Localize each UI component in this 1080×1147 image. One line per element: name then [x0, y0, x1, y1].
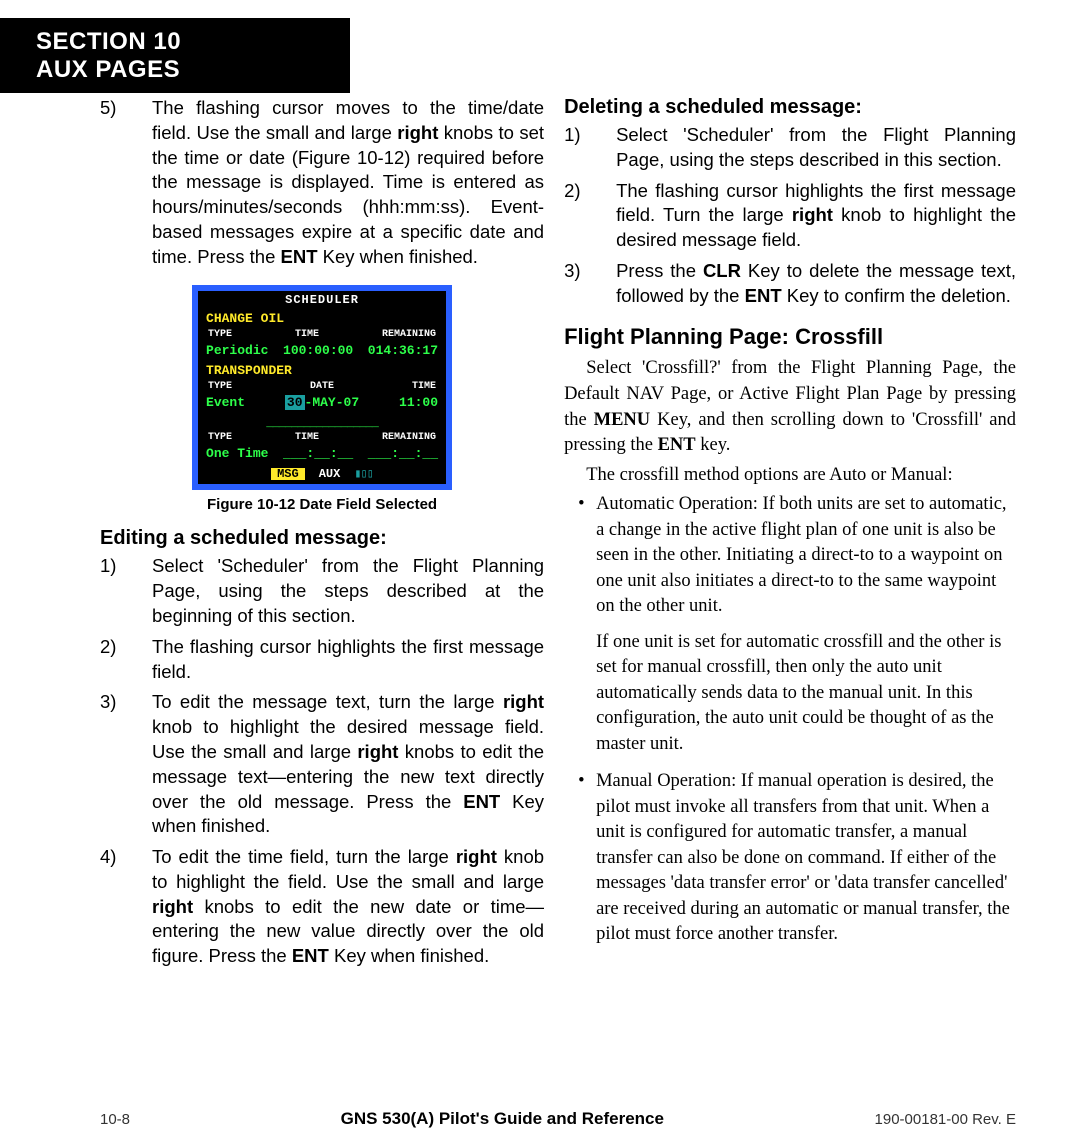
- kw-menu: MENU: [594, 410, 651, 430]
- col-type: TYPE: [208, 330, 232, 340]
- page-footer: 10-8 GNS 530(A) Pilot's Guide and Refere…: [0, 1109, 1080, 1129]
- step-text: Select 'Scheduler' from the Flight Plann…: [152, 555, 544, 626]
- content-columns: 5) The flashing cursor moves to the time…: [0, 96, 1080, 975]
- col-remaining: REMAINING: [382, 433, 436, 443]
- sched-head-2: TYPE DATE TIME: [198, 380, 446, 394]
- kw-ent: ENT: [281, 246, 318, 267]
- col-time: TIME: [412, 382, 436, 392]
- date-rest: -MAY-07: [305, 395, 360, 410]
- date-selected: 30: [285, 395, 305, 410]
- bullet-manual: Manual Operation: If manual operation is…: [596, 769, 1016, 948]
- step-number: 3): [100, 690, 134, 715]
- d1-remaining: 014:36:17: [368, 344, 438, 357]
- step-list-continued: 5) The flashing cursor moves to the time…: [100, 96, 544, 269]
- deleting-steps: 1) Select 'Scheduler' from the Flight Pl…: [564, 123, 1016, 308]
- bullet-auto: Automatic Operation: If both units are s…: [596, 492, 1016, 757]
- t: Key to confirm the deletion.: [782, 285, 1011, 306]
- kw-ent: ENT: [745, 285, 782, 306]
- page-number: 10-8: [100, 1111, 130, 1128]
- kw-right: right: [357, 741, 398, 762]
- section-title: AUX PAGES: [36, 56, 350, 84]
- col-date: DATE: [310, 382, 334, 392]
- section-header: SECTION 10 AUX PAGES: [0, 18, 350, 93]
- figure-caption: Figure 10-12 Date Field Selected: [100, 496, 544, 513]
- screen-title: SCHEDULER: [198, 291, 446, 309]
- left-column: 5) The flashing cursor moves to the time…: [100, 96, 544, 975]
- d3-type: One Time: [206, 447, 268, 460]
- step-5: 5) The flashing cursor moves to the time…: [100, 96, 544, 269]
- t: To edit the time field, turn the large: [152, 846, 456, 867]
- crossfill-bullets: Automatic Operation: If both units are s…: [564, 492, 1016, 948]
- kw-ent: ENT: [658, 435, 696, 455]
- sched-head-1: TYPE TIME REMAINING: [198, 328, 446, 342]
- kw-right: right: [152, 896, 193, 917]
- right-column: Deleting a scheduled message: 1) Select …: [564, 96, 1016, 975]
- doc-title: GNS 530(A) Pilot's Guide and Reference: [341, 1109, 664, 1129]
- step-number: 5): [100, 96, 134, 121]
- d1-type: Periodic: [206, 344, 268, 357]
- sched-data-2: Event 30-MAY-07 11:00: [198, 394, 446, 413]
- edit-step-2: 2) The flashing cursor highlights the fi…: [100, 635, 544, 685]
- del-step-1: 1) Select 'Scheduler' from the Flight Pl…: [564, 123, 1016, 173]
- bullet-auto-b: If one unit is set for automatic crossfi…: [596, 632, 1001, 754]
- editing-steps: 1) Select 'Scheduler' from the Flight Pl…: [100, 554, 544, 969]
- msg-indicator: MSG: [271, 468, 305, 480]
- scheduler-screen: SCHEDULER CHANGE OIL TYPE TIME REMAINING…: [192, 285, 452, 490]
- del-step-2: 2) The flashing cursor highlights the fi…: [564, 179, 1016, 253]
- crossfill-p1: Select 'Crossfill?' from the Flight Plan…: [564, 356, 1016, 458]
- bullet-auto-a: Automatic Operation: If both units are s…: [596, 494, 1007, 616]
- t: Key when finished.: [329, 945, 489, 966]
- sched-data-3: One Time ___:__:__ ___:__:__: [198, 445, 446, 464]
- step-number: 2): [564, 179, 598, 204]
- t: Press the: [616, 260, 703, 281]
- t: To edit the message text, turn the large: [152, 691, 503, 712]
- sched-name-2: TRANSPONDER: [198, 361, 446, 380]
- section-number: SECTION 10: [36, 28, 350, 56]
- sched-dashes: __________________: [198, 413, 446, 431]
- step-text-c: Key when finished.: [318, 246, 478, 267]
- edit-step-1: 1) Select 'Scheduler' from the Flight Pl…: [100, 554, 544, 628]
- step-number: 3): [564, 259, 598, 284]
- d3-time: ___:__:__: [283, 447, 353, 460]
- page-indicator: ▮▯▯: [354, 468, 373, 480]
- d1-time: 100:00:00: [283, 344, 353, 357]
- step-number: 4): [100, 845, 134, 870]
- del-step-3: 3) Press the CLR Key to delete the messa…: [564, 259, 1016, 309]
- d3-remaining: ___:__:__: [368, 447, 438, 460]
- col-type: TYPE: [208, 382, 232, 392]
- kw-ent: ENT: [463, 791, 500, 812]
- kw-clr: CLR: [703, 260, 741, 281]
- kw-right: right: [792, 204, 833, 225]
- col-type: TYPE: [208, 433, 232, 443]
- d2-date: 30-MAY-07: [285, 396, 359, 409]
- kw-ent: ENT: [292, 945, 329, 966]
- screen-footer: MSG AUX ▮▯▯: [198, 464, 446, 484]
- figure-10-12: SCHEDULER CHANGE OIL TYPE TIME REMAINING…: [192, 285, 452, 490]
- crossfill-p2: The crossfill method options are Auto or…: [564, 463, 1016, 489]
- d2-type: Event: [206, 396, 245, 409]
- t: key.: [696, 435, 731, 455]
- col-remaining: REMAINING: [382, 330, 436, 340]
- sched-name-1: CHANGE OIL: [198, 309, 446, 328]
- col-time: TIME: [295, 330, 319, 340]
- sched-data-1: Periodic 100:00:00 014:36:17: [198, 342, 446, 361]
- step-number: 1): [100, 554, 134, 579]
- d2-time: 11:00: [399, 396, 438, 409]
- kw-right: right: [503, 691, 544, 712]
- doc-revision: 190-00181-00 Rev. E: [875, 1111, 1016, 1128]
- step-text: Select 'Scheduler' from the Flight Plann…: [616, 124, 1016, 170]
- col-time: TIME: [295, 433, 319, 443]
- editing-heading: Editing a scheduled message:: [100, 527, 544, 550]
- edit-step-4: 4) To edit the time field, turn the larg…: [100, 845, 544, 969]
- step-text: The flashing cursor highlights the first…: [152, 636, 544, 682]
- step-number: 1): [564, 123, 598, 148]
- step-number: 2): [100, 635, 134, 660]
- crossfill-heading: Flight Planning Page: Crossfill: [564, 324, 1016, 350]
- aux-indicator: AUX: [319, 468, 341, 480]
- deleting-heading: Deleting a scheduled message:: [564, 96, 1016, 119]
- kw-right: right: [397, 122, 438, 143]
- edit-step-3: 3) To edit the message text, turn the la…: [100, 690, 544, 839]
- kw-right: right: [456, 846, 497, 867]
- sched-head-3: TYPE TIME REMAINING: [198, 431, 446, 445]
